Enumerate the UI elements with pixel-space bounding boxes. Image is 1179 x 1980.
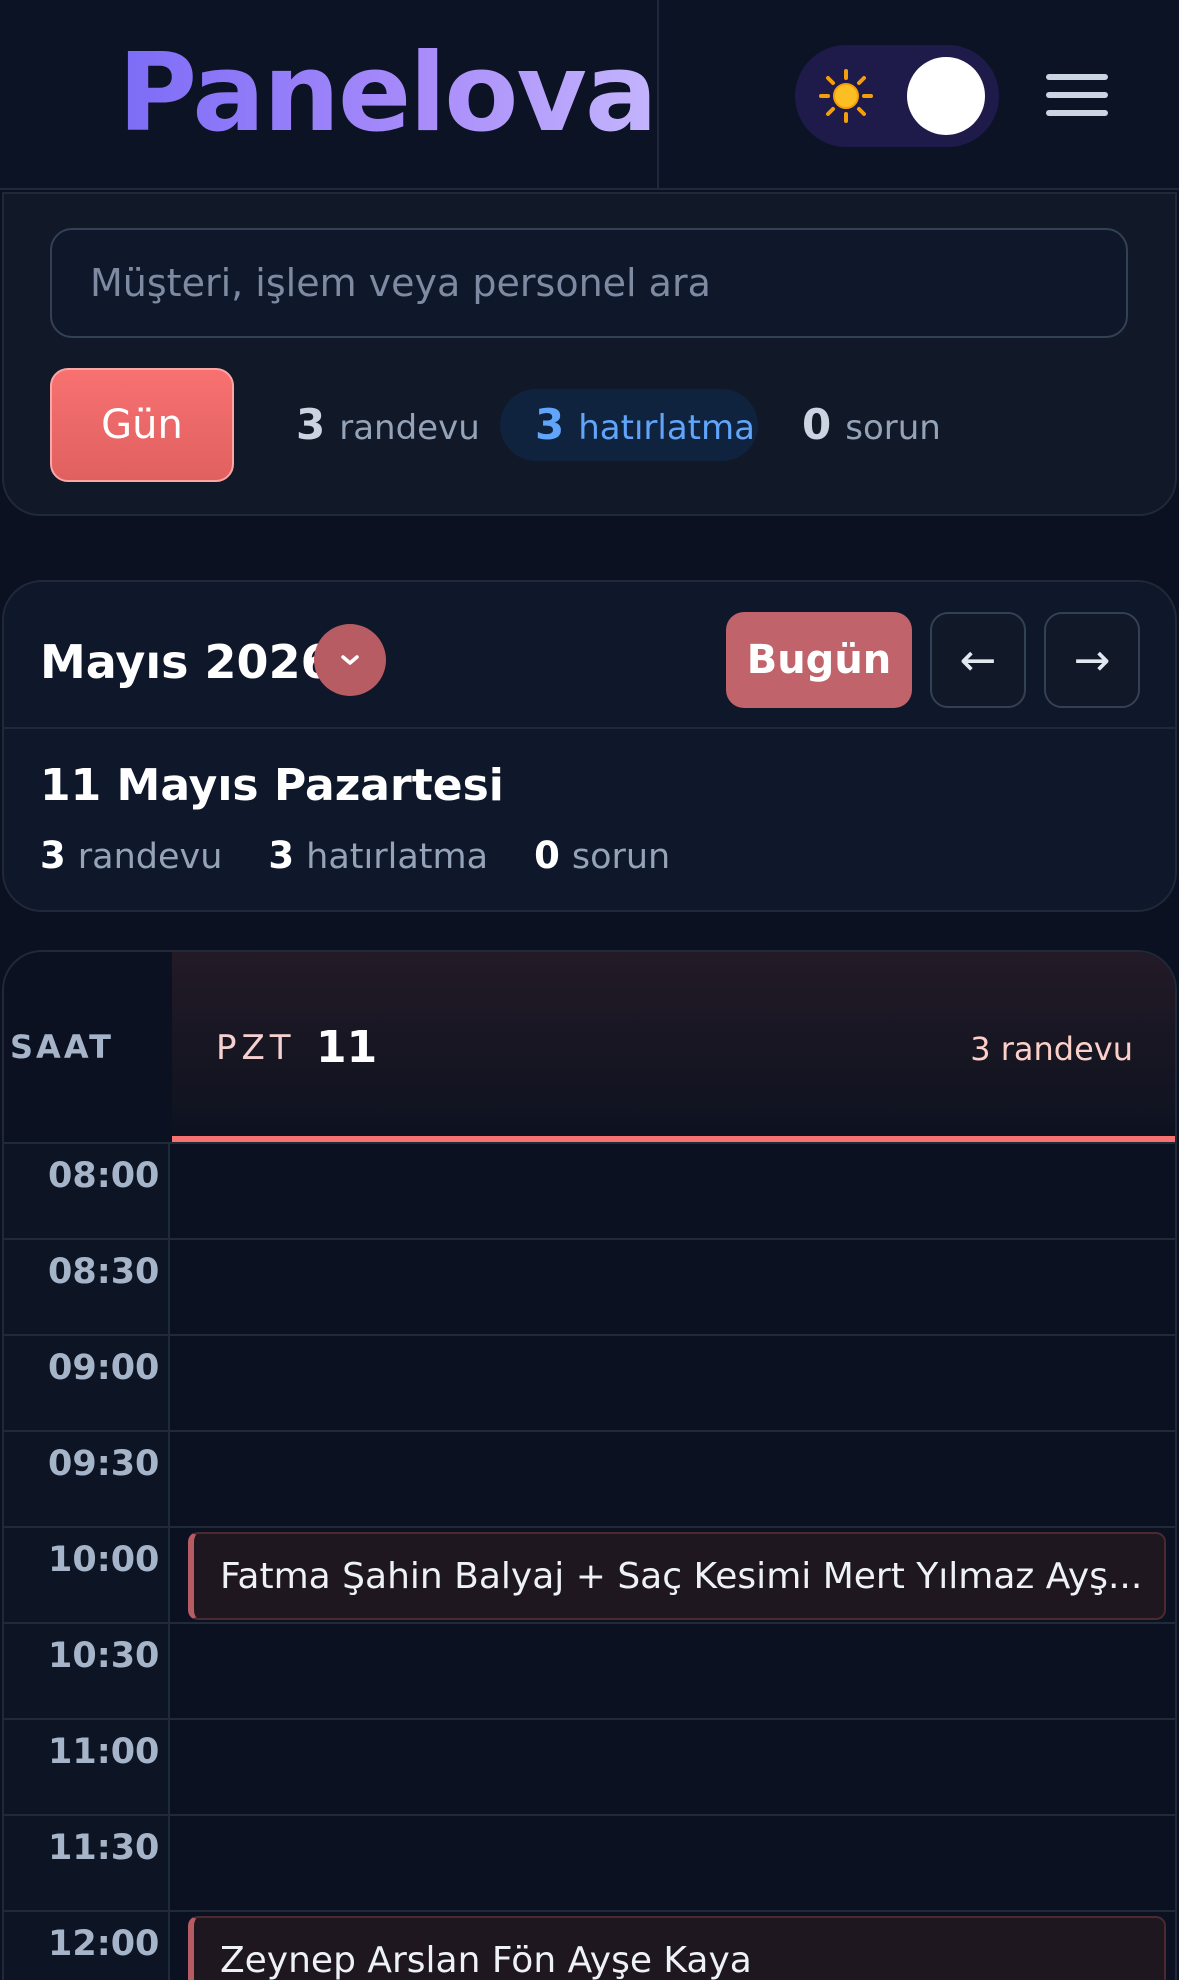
time-label: 12:00 [4, 1912, 170, 1980]
appointment-event[interactable]: Fatma Şahin Balyaj + Saç Kesimi Mert Yıl… [188, 1532, 1166, 1620]
toggle-knob[interactable] [907, 57, 985, 135]
day-issues-count: 0 [534, 834, 560, 877]
day-number: 11 [316, 1022, 378, 1073]
app-logo[interactable]: Panelova [118, 34, 658, 154]
issues-count: 0 [802, 400, 832, 449]
time-label: 08:30 [4, 1240, 170, 1336]
search-input[interactable] [50, 228, 1128, 338]
day-reminders-label: hatırlatma [306, 837, 489, 877]
month-title: Mayıs 2026 [40, 635, 333, 689]
reminders-count: 3 [535, 400, 565, 449]
appointments-count: 3 [296, 400, 326, 449]
appointment-event[interactable]: Zeynep Arslan Fön Ayşe Kaya [188, 1916, 1166, 1980]
selected-day-title: 11 Mayıs Pazartesi [40, 760, 504, 811]
reminders-stat[interactable]: 3 hatırlatma [535, 400, 755, 449]
day-reminders-stat: 3 hatırlatma [268, 834, 488, 877]
time-column-header: SAAT [10, 1028, 114, 1066]
time-slot-row[interactable]: 09:30 [4, 1430, 1175, 1528]
day-appointments-label: randevu [77, 837, 223, 877]
day-appointment-count: 3 randevu [970, 1030, 1133, 1068]
time-slot-row[interactable]: 10:30 [4, 1622, 1175, 1720]
time-label: 11:30 [4, 1816, 170, 1912]
day-view-button[interactable]: Gün [50, 368, 234, 482]
time-slot-row[interactable]: 11:30 [4, 1814, 1175, 1912]
month-dropdown-button[interactable] [314, 624, 386, 696]
day-appointments-count: 3 [40, 834, 66, 877]
time-slot-row[interactable]: 12:00 Zeynep Arslan Fön Ayşe Kaya [4, 1910, 1175, 1980]
time-label: 11:00 [4, 1720, 170, 1816]
card-divider [4, 727, 1175, 729]
today-button[interactable]: Bugün [726, 612, 912, 708]
day-stats: 3 randevu 3 hatırlatma 0 sorun [40, 834, 670, 877]
time-label: 09:00 [4, 1336, 170, 1432]
appointment-text: Zeynep Arslan Fön Ayşe Kaya [220, 1939, 752, 1980]
app-header: Panelova [0, 0, 1179, 190]
previous-button[interactable]: ← [930, 612, 1026, 708]
header-divider [657, 0, 659, 190]
next-button[interactable]: → [1044, 612, 1140, 708]
time-slot-row[interactable]: 08:30 [4, 1238, 1175, 1336]
issues-label: sorun [845, 408, 941, 448]
day-issues-label: sorun [571, 837, 671, 877]
time-slot-row[interactable]: 08:00 [4, 1142, 1175, 1240]
day-issues-stat: 0 sorun [534, 834, 670, 877]
day-appointments-stat: 3 randevu [40, 834, 222, 877]
time-slot-row[interactable]: 10:00 Fatma Şahin Balyaj + Saç Kesimi Me… [4, 1526, 1175, 1624]
time-slot-row[interactable]: 11:00 [4, 1718, 1175, 1816]
time-label: 08:00 [4, 1144, 170, 1240]
time-slot-row[interactable]: 09:00 [4, 1334, 1175, 1432]
day-reminders-count: 3 [268, 834, 295, 877]
appointments-label: randevu [339, 408, 480, 448]
time-label: 10:00 [4, 1528, 170, 1624]
appointments-stat[interactable]: 3 randevu [296, 400, 480, 452]
appointment-text: Fatma Şahin Balyaj + Saç Kesimi Mert Yıl… [220, 1555, 1143, 1597]
day-calendar: SAAT PZT 11 3 randevu 08:00 08:30 09:00 … [2, 950, 1177, 1980]
reminders-label: hatırlatma [578, 408, 755, 448]
time-label: 09:30 [4, 1432, 170, 1528]
day-of-week: PZT [216, 1028, 296, 1068]
issues-stat[interactable]: 0 sorun [802, 400, 941, 452]
time-grid: 08:00 08:30 09:00 09:30 10:00 Fatma Şahi… [4, 1142, 1175, 1980]
chevron-down-icon [341, 655, 359, 665]
time-label: 10:30 [4, 1624, 170, 1720]
theme-toggle[interactable] [795, 45, 999, 147]
sun-icon [819, 69, 873, 123]
hamburger-menu-icon[interactable] [1046, 70, 1108, 120]
